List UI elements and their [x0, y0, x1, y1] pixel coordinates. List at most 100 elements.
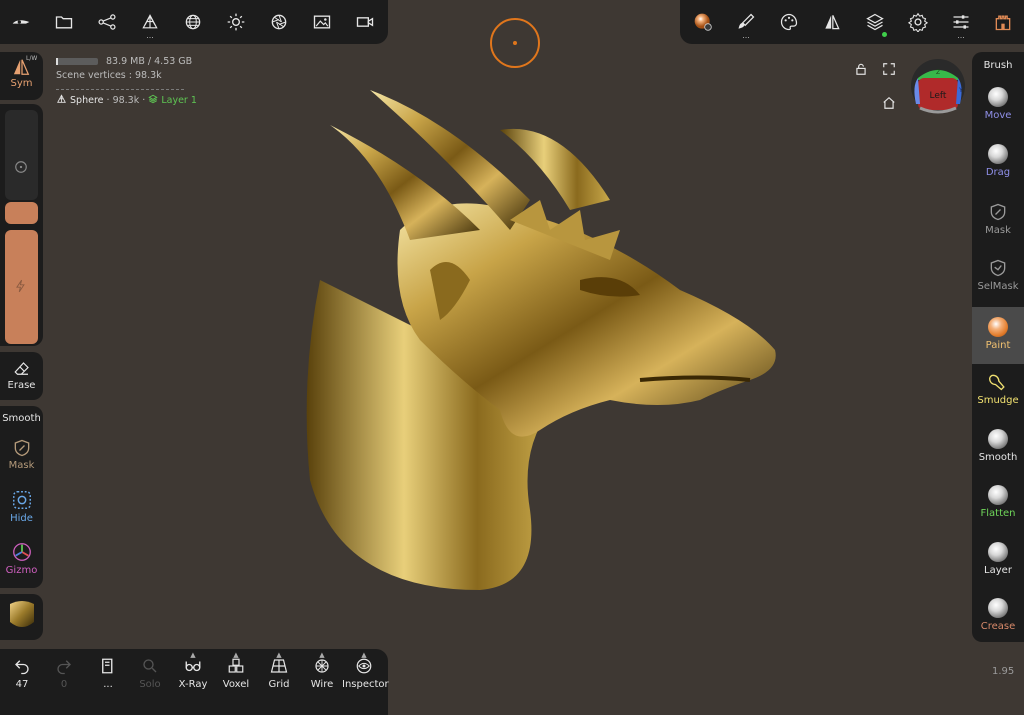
crease-ball-icon — [988, 598, 1008, 618]
camera-button[interactable] — [264, 8, 294, 36]
interface-more-dots: ... — [957, 31, 965, 40]
brush-icon — [738, 13, 755, 29]
layer-ball-icon — [988, 542, 1008, 562]
tool-selmask-label: SelMask — [977, 281, 1019, 292]
inspector-label: Inspector — [342, 679, 389, 690]
top-left-toolbar: ... — [0, 0, 388, 44]
lightning-icon — [16, 279, 25, 293]
mask-quick-tool[interactable]: Mask — [0, 438, 43, 471]
object-row[interactable]: Sphere · 98.3k · Layer 1 — [56, 94, 197, 108]
solo-button[interactable]: Solo — [128, 657, 172, 690]
viewcube-top-label: Z — [936, 69, 940, 76]
layer-icon — [148, 94, 158, 104]
grid-label: Grid — [268, 679, 290, 690]
radius-slider-fill[interactable] — [5, 202, 38, 224]
tool-paint[interactable]: Paint — [972, 307, 1024, 364]
lighting-button[interactable] — [221, 8, 251, 36]
radius-icon — [15, 161, 27, 173]
tool-crease-label: Crease — [980, 621, 1016, 632]
selmask-shield-icon — [990, 259, 1006, 277]
material-picker-button[interactable] — [688, 8, 718, 36]
stroke-settings-button[interactable]: ... — [731, 8, 761, 40]
background-button[interactable] — [307, 8, 337, 36]
erase-toggle[interactable]: Erase — [0, 360, 43, 391]
sculpt-mesh[interactable] — [280, 80, 790, 600]
layers-active-dot — [882, 32, 887, 37]
solo-label: Solo — [139, 679, 161, 690]
symmetry-toggle[interactable]: Sym L/W — [0, 55, 43, 89]
wire-sphere-icon — [185, 14, 201, 30]
symmetry-icon — [825, 15, 840, 30]
folder-icon — [55, 16, 73, 29]
scene-stats: 83.9 MB / 4.53 GB Scene vertices : 98.3k… — [56, 55, 197, 108]
shield-icon — [14, 439, 29, 457]
settings-button[interactable] — [903, 8, 933, 36]
topology-button[interactable]: ... — [135, 8, 165, 40]
scene-history-button[interactable]: ... — [86, 657, 130, 690]
tool-smooth-label: Smooth — [978, 452, 1018, 463]
files-button[interactable] — [49, 8, 79, 36]
pivot-dot — [513, 41, 517, 45]
home-icon[interactable] — [882, 96, 896, 110]
tool-move-label: Move — [984, 110, 1012, 121]
tool-layer[interactable]: Layer — [972, 542, 1024, 576]
erase-label: Erase — [7, 380, 36, 391]
tool-brush[interactable]: Brush — [972, 52, 1024, 74]
material-button[interactable] — [178, 8, 208, 36]
tool-mask[interactable]: Mask — [972, 202, 1024, 236]
tool-smooth[interactable]: Smooth — [972, 429, 1024, 463]
tool-flatten[interactable]: Flatten — [972, 485, 1024, 519]
hide-quick-tool[interactable]: Hide — [0, 489, 43, 524]
redo-button[interactable]: 0 — [42, 657, 86, 690]
gizmo-label: Gizmo — [5, 565, 38, 576]
pivot-ring[interactable] — [490, 18, 540, 68]
stats-separator — [56, 89, 184, 90]
version-label: 1.95 — [992, 666, 1015, 677]
aperture-icon — [271, 14, 287, 30]
tool-selmask[interactable]: SelMask — [972, 258, 1024, 292]
memory-usage: 83.9 MB / 4.53 GB — [106, 56, 193, 67]
undo-button[interactable]: 47 — [0, 657, 44, 690]
wire-button[interactable]: ▲ Wire — [300, 651, 344, 690]
material-cube-icon — [9, 601, 34, 627]
painting-button[interactable] — [774, 8, 804, 36]
xray-button[interactable]: ▲ X-Ray — [171, 651, 215, 690]
triangles-icon — [142, 14, 158, 29]
intensity-slider[interactable] — [5, 230, 38, 344]
tool-move[interactable]: Move — [972, 87, 1024, 121]
drag-ball-icon — [988, 144, 1008, 164]
material-preview-button[interactable] — [0, 598, 43, 634]
interface-settings-button[interactable]: ... — [946, 8, 976, 40]
hide-label: Hide — [10, 513, 33, 524]
fullscreen-icon[interactable] — [882, 62, 896, 76]
nomad-menu-button[interactable] — [6, 8, 36, 36]
redo-count: 0 — [60, 679, 68, 690]
castle-icon — [995, 15, 1011, 31]
hide-mesh-icon — [12, 491, 31, 509]
scene-history-dots: ... — [103, 679, 113, 690]
symmetry-button[interactable] — [817, 8, 847, 36]
smooth-quick-tool[interactable]: Smooth — [0, 413, 43, 424]
plugins-button[interactable] — [988, 8, 1018, 36]
tool-drag[interactable]: Drag — [972, 144, 1024, 178]
sliders-icon — [953, 15, 969, 29]
vertices-row: Scene vertices : 98.3k — [56, 70, 162, 81]
sym-label: Sym — [10, 78, 33, 89]
gizmo-quick-tool[interactable]: Gizmo — [0, 541, 43, 576]
lock-icon[interactable] — [854, 62, 868, 76]
stroke-more-dots: ... — [742, 31, 750, 40]
tool-paint-label: Paint — [985, 340, 1011, 351]
tools-column: Brush Move Drag Mask SelMask Paint Smudg… — [972, 52, 1024, 642]
scene-button[interactable] — [92, 8, 122, 36]
inspector-button[interactable]: ▲ Inspector — [342, 651, 389, 690]
tool-smudge[interactable]: Smudge — [972, 372, 1024, 406]
radius-slider[interactable] — [5, 110, 38, 200]
view-cube[interactable]: Left Z Y — [910, 58, 966, 114]
layers-button[interactable] — [860, 8, 890, 37]
grid-button[interactable]: ▲ Grid — [257, 651, 301, 690]
record-button[interactable] — [350, 8, 380, 36]
voxel-button[interactable]: ▲ Voxel — [214, 651, 258, 690]
scene-vertices-count: 98.3k — [135, 70, 162, 81]
tool-crease[interactable]: Crease — [972, 598, 1024, 632]
smooth-label: Smooth — [2, 413, 41, 424]
